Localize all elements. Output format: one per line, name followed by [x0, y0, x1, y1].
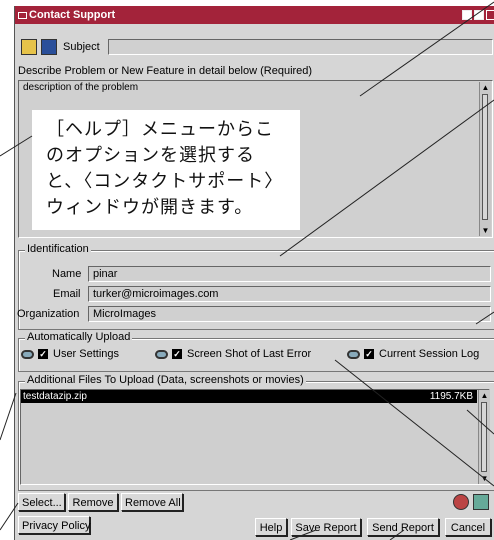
file-name: testdatazip.zip	[23, 391, 87, 402]
session-log-checkbox[interactable]: ✓	[364, 349, 374, 360]
user-settings-label: User Settings	[53, 348, 120, 360]
help-button[interactable]: Help	[255, 518, 287, 536]
scroll-thumb[interactable]	[481, 402, 487, 472]
binoculars-icon[interactable]	[21, 349, 34, 359]
identification-group-label: Identification	[25, 243, 91, 255]
title-bar[interactable]: Contact Support	[15, 6, 494, 24]
scroll-up-icon[interactable]: ▲	[481, 83, 490, 92]
file-list[interactable]: testdatazip.zip 1195.7KB	[20, 389, 490, 485]
scroll-up-icon[interactable]: ▲	[480, 391, 489, 400]
maximize-icon[interactable]	[474, 10, 484, 20]
scroll-thumb[interactable]	[482, 94, 488, 220]
file-list-scrollbar[interactable]: ▲ ▼	[478, 390, 490, 484]
remove-all-button[interactable]: Remove All	[121, 493, 183, 511]
user-settings-checkbox[interactable]: ✓	[38, 349, 48, 360]
callout-box: ［ヘルプ］メニューからこのオプションを選択すると、〈コンタクトサポート〉ウィンド…	[32, 110, 300, 230]
privacy-policy-button[interactable]: Privacy Policy	[18, 516, 90, 534]
organization-label: Organization	[17, 308, 80, 320]
name-field[interactable]: pinar	[88, 266, 491, 282]
callout-text: ［ヘルプ］メニューからこのオプションを選択すると、〈コンタクトサポート〉ウィンド…	[46, 119, 284, 217]
email-field[interactable]: turker@microimages.com	[88, 286, 491, 302]
file-size: 1195.7KB	[429, 391, 473, 402]
binoculars-icon[interactable]	[155, 349, 168, 359]
auto-upload-screenshot[interactable]: ✓ Screen Shot of Last Error	[155, 348, 311, 360]
description-text: description of the problem	[23, 82, 139, 93]
scroll-down-icon[interactable]: ▼	[480, 474, 489, 483]
scroll-down-icon[interactable]: ▼	[481, 226, 490, 235]
screenshot-checkbox[interactable]: ✓	[172, 349, 182, 360]
select-button[interactable]: Select...	[18, 493, 65, 511]
camera-icon[interactable]	[473, 494, 489, 510]
organization-field[interactable]: MicroImages	[88, 306, 491, 322]
file-list-item[interactable]: testdatazip.zip 1195.7KB	[21, 390, 477, 403]
screenshot-label: Screen Shot of Last Error	[187, 348, 312, 360]
email-label: Email	[53, 288, 81, 300]
binoculars-icon[interactable]	[347, 349, 360, 359]
window-title: Contact Support	[29, 9, 116, 21]
auto-upload-session-log[interactable]: ✓ Current Session Log	[347, 348, 479, 360]
minimize-icon[interactable]	[462, 10, 472, 20]
additional-files-group-label: Additional Files To Upload (Data, screen…	[25, 374, 306, 386]
save-report-button[interactable]: Save Report	[291, 518, 361, 536]
session-log-label: Current Session Log	[379, 348, 480, 360]
name-label: Name	[52, 268, 82, 280]
bug-icon[interactable]	[453, 494, 469, 510]
subject-input[interactable]	[108, 39, 493, 55]
auto-upload-user-settings[interactable]: ✓ User Settings	[21, 348, 119, 360]
remove-button[interactable]: Remove	[68, 493, 118, 511]
close-icon[interactable]	[486, 10, 494, 20]
send-report-button[interactable]: Send Report	[367, 518, 439, 536]
description-scrollbar[interactable]: ▲ ▼	[479, 82, 491, 236]
save-disk-icon[interactable]	[41, 39, 57, 55]
window-menu-icon[interactable]	[18, 12, 27, 19]
describe-label: Describe Problem or New Feature in detai…	[18, 65, 313, 77]
auto-upload-group-label: Automatically Upload	[25, 331, 133, 343]
subject-label: Subject	[63, 41, 100, 53]
contact-support-window: Contact Support Subject Describe Problem…	[14, 6, 494, 540]
open-folder-icon[interactable]	[21, 39, 37, 55]
cancel-button[interactable]: Cancel	[445, 518, 491, 536]
